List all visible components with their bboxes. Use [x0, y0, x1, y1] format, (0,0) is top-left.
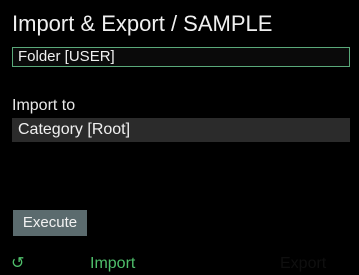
import-to-label: Import to: [12, 97, 76, 114]
tab-import[interactable]: Import: [90, 252, 150, 275]
refresh-icon[interactable]: ↺: [11, 252, 33, 275]
category-selector-field[interactable]: Category [Root]: [12, 118, 350, 142]
page-title: Import & Export / SAMPLE: [12, 11, 273, 36]
bottom-tab-bar: ↺ Import Export: [0, 252, 359, 275]
tab-export[interactable]: Export: [280, 252, 340, 275]
execute-button[interactable]: Execute: [13, 210, 87, 236]
folder-selector-field[interactable]: Folder [USER]: [12, 47, 350, 67]
